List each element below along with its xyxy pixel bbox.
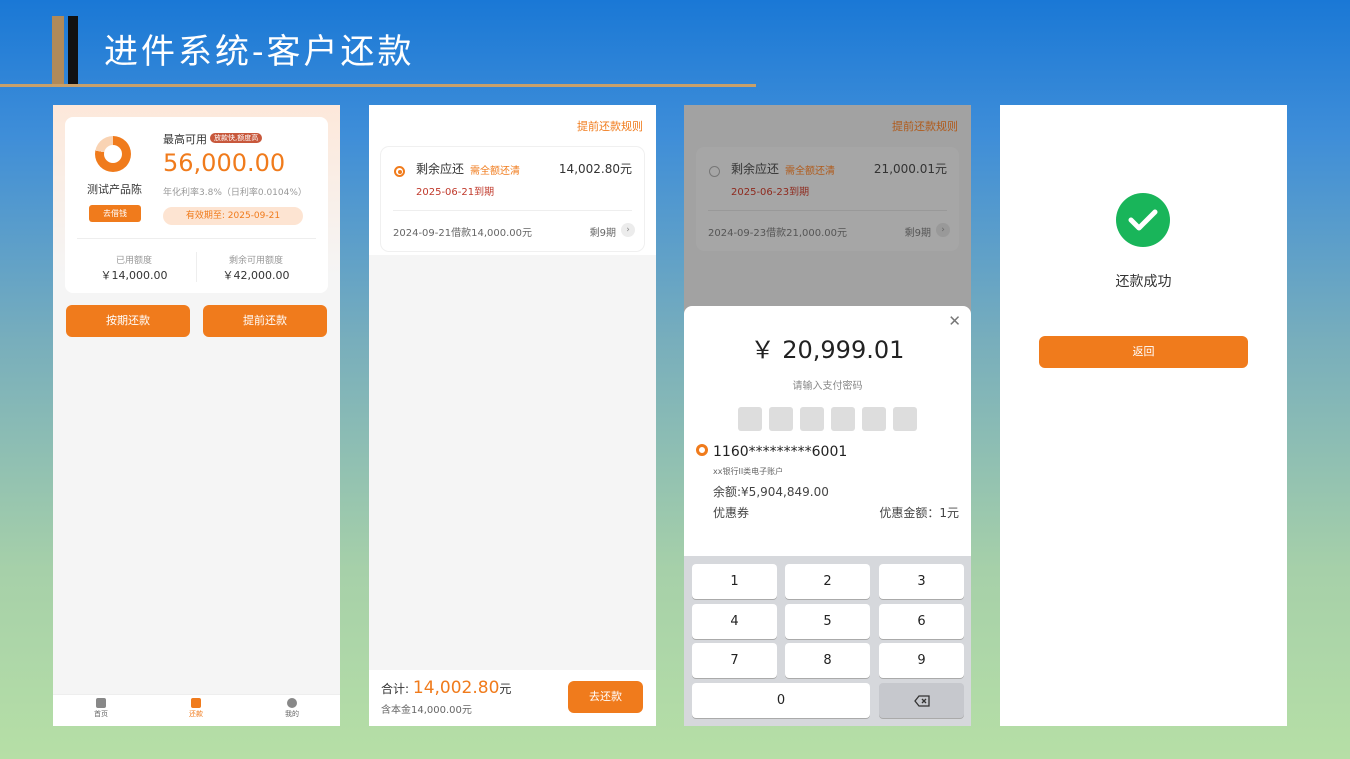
backspace-icon — [913, 694, 930, 707]
success-check-icon — [1116, 193, 1170, 247]
full-clear-note: 需全额还清 — [785, 166, 835, 177]
go-repay-button[interactable]: 去还款 — [568, 681, 643, 713]
total: 合计: 14,002.80元 — [381, 678, 512, 698]
used-quota-label: 已用额度 — [115, 256, 152, 266]
checkout-bar: 合计: 14,002.80元 含本金14,000.00元 去还款 — [369, 670, 656, 726]
key-0[interactable]: 0 — [692, 683, 870, 718]
key-7[interactable]: 7 — [692, 643, 777, 678]
bill-radio[interactable] — [394, 166, 405, 177]
bank-account-name: xx银行II类电子账户 — [713, 467, 784, 476]
valid-until-badge: 有效期至: 2025-09-21 — [163, 207, 303, 225]
remaining-quota-value: ￥42,000.00 — [222, 269, 290, 282]
bill-card[interactable]: 剩余应还 需全额还清 14,002.80元 2025-06-21到期 2024-… — [381, 147, 644, 251]
account-balance: 余额:¥5,904,849.00 — [713, 485, 829, 499]
bill-icon — [191, 698, 201, 708]
scheduled-repay-button[interactable]: 按期还款 — [66, 305, 190, 337]
quota-donut-icon — [95, 136, 131, 172]
loan-info: 2024-09-21借款14,000.00元 — [393, 228, 533, 239]
bank-card-icon — [696, 444, 708, 456]
payment-screen: 提前还款规则 剩余应还 需全额还清 21,000.01元 2025-06-23到… — [684, 105, 971, 726]
user-icon — [287, 698, 297, 708]
key-9[interactable]: 9 — [879, 643, 964, 678]
payment-amount: ￥ 20,999.01 — [750, 336, 905, 364]
remaining-due-label: 剩余应还 — [416, 162, 465, 176]
tab-repay[interactable]: 还款 — [166, 698, 226, 719]
early-repay-rules-link[interactable]: 提前还款规则 — [577, 118, 643, 134]
remaining-quota-label: 剩余可用额度 — [228, 256, 283, 266]
tab-mine[interactable]: 我的 — [262, 698, 322, 719]
success-screen: 还款成功 返回 — [1000, 105, 1287, 726]
card-number[interactable]: 1160*********6001 — [713, 444, 847, 460]
key-2[interactable]: 2 — [785, 564, 870, 599]
max-available-label: 最高可用 — [163, 133, 207, 146]
slide-title: 进件系统-客户还款 — [104, 32, 415, 72]
password-digit-box[interactable] — [800, 407, 824, 431]
full-clear-note: 需全额还清 — [470, 166, 520, 177]
total-amount: 14,002.80 — [412, 678, 500, 698]
home-icon — [96, 698, 106, 708]
chevron-right-icon: › — [936, 223, 950, 237]
principal-note: 含本金14,000.00元 — [381, 705, 472, 716]
feature-tag: 放款快,额度高 — [210, 133, 263, 143]
tab-bar: 首页 还款 我的 — [53, 694, 340, 726]
password-prompt: 请输入支付密码 — [792, 381, 863, 392]
due-date: 2025-06-21到期 — [416, 187, 495, 198]
title-accent-bar-dark — [68, 16, 78, 84]
loan-info: 2024-09-23借款21,000.00元 — [708, 228, 848, 239]
backspace-key[interactable] — [879, 683, 964, 718]
title-underline — [0, 84, 756, 87]
product-name: 测试产品陈 — [87, 183, 142, 196]
early-repay-button[interactable]: 提前还款 — [203, 305, 327, 337]
key-4[interactable]: 4 — [692, 604, 777, 639]
tab-home[interactable]: 首页 — [71, 698, 131, 719]
bill-card: 剩余应还 需全额还清 21,000.01元 2025-06-23到期 2024-… — [696, 147, 959, 251]
key-6[interactable]: 6 — [879, 604, 964, 639]
interest-rate: 年化利率3.8%（日利率0.0104%） — [163, 188, 307, 198]
bill-amount: 21,000.01元 — [873, 162, 947, 176]
due-date: 2025-06-23到期 — [731, 187, 810, 198]
remaining-due-label: 剩余应还 — [731, 162, 780, 176]
repay-list-screen: 提前还款规则 剩余应还 需全额还清 14,002.80元 2025-06-21到… — [369, 105, 656, 726]
bill-radio — [709, 166, 720, 177]
password-digit-box[interactable] — [738, 407, 762, 431]
credit-card: 测试产品陈 去借钱 最高可用 放款快,额度高 56,000.00 年化利率3.8… — [65, 117, 328, 293]
success-message: 还款成功 — [1115, 274, 1172, 290]
discount-amount: 优惠金额：1元 — [879, 506, 959, 520]
title-accent-bar — [52, 16, 64, 84]
bill-amount: 14,002.80元 — [558, 162, 632, 176]
back-button[interactable]: 返回 — [1039, 336, 1248, 368]
close-icon[interactable]: ✕ — [948, 312, 961, 330]
password-digit-box[interactable] — [893, 407, 917, 431]
password-digit-box[interactable] — [769, 407, 793, 431]
borrow-button[interactable]: 去借钱 — [89, 205, 141, 222]
used-quota-value: ￥14,000.00 — [100, 269, 168, 282]
key-8[interactable]: 8 — [785, 643, 870, 678]
key-5[interactable]: 5 — [785, 604, 870, 639]
numeric-keypad: 1 2 3 4 5 6 7 8 9 0 — [684, 556, 971, 726]
remaining-periods: 剩9期 — [904, 228, 931, 239]
key-3[interactable]: 3 — [879, 564, 964, 599]
coupon-label[interactable]: 优惠券 — [713, 504, 749, 521]
remaining-periods: 剩9期 — [589, 228, 616, 239]
early-repay-rules-link: 提前还款规则 — [892, 120, 958, 133]
password-digit-box[interactable] — [831, 407, 855, 431]
password-input[interactable] — [738, 407, 918, 431]
key-1[interactable]: 1 — [692, 564, 777, 599]
home-screen: 测试产品陈 去借钱 最高可用 放款快,额度高 56,000.00 年化利率3.8… — [53, 105, 340, 726]
password-digit-box[interactable] — [862, 407, 886, 431]
payment-sheet: ✕ ￥ 20,999.01 请输入支付密码 1160*********6001 … — [684, 306, 971, 726]
chevron-right-icon[interactable]: › — [621, 223, 635, 237]
max-amount: 56,000.00 — [163, 149, 286, 177]
